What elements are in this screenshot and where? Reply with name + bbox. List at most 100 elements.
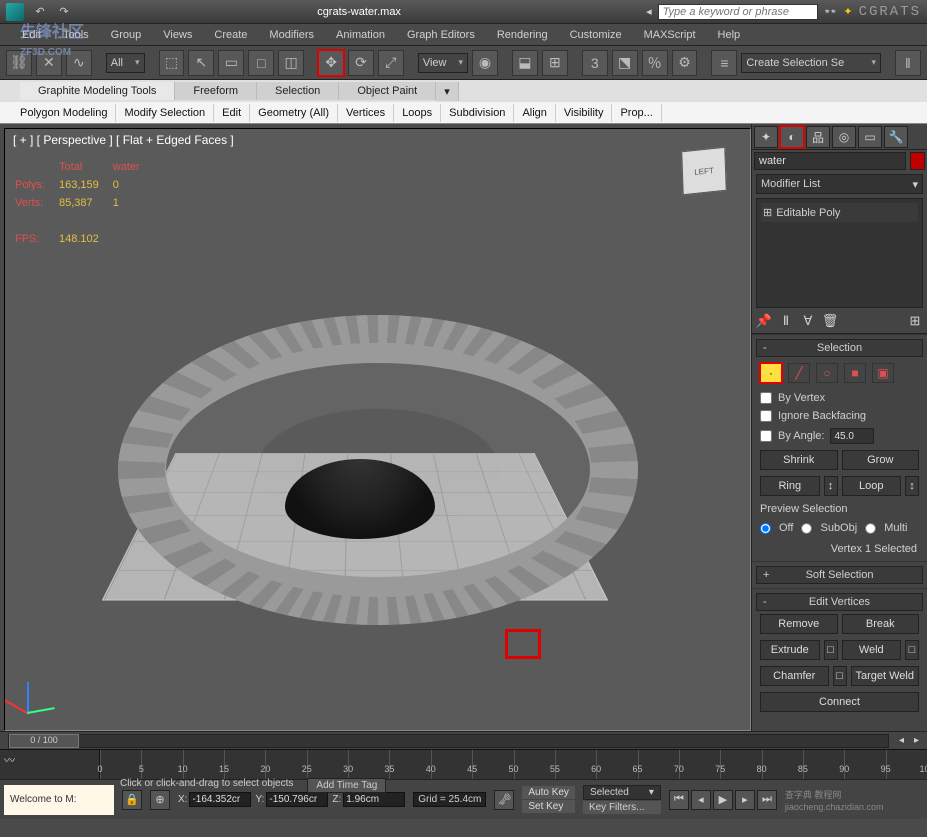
undo-icon[interactable]: ↶ xyxy=(32,4,48,20)
ribbon-tab-objectpaint[interactable]: Object Paint xyxy=(339,82,436,100)
menu-edit[interactable]: Edit xyxy=(12,26,51,44)
weld-settings-icon[interactable]: □ xyxy=(905,640,919,660)
ribbon2-visibility[interactable]: Visibility xyxy=(556,104,613,122)
menu-tools[interactable]: Tools xyxy=(53,26,99,44)
display-tab-icon[interactable]: ▭ xyxy=(858,126,882,148)
shrink-button[interactable]: Shrink xyxy=(760,450,838,470)
ribbon2-edit[interactable]: Edit xyxy=(214,104,250,122)
window-crossing-icon[interactable]: ◫ xyxy=(278,50,304,76)
select-rect-icon[interactable]: □ xyxy=(248,50,274,76)
angle-spinner[interactable] xyxy=(830,428,874,444)
target-weld-button[interactable]: Target Weld xyxy=(851,666,920,686)
move-tool-icon[interactable]: ✥ xyxy=(318,50,344,76)
play-icon[interactable]: ▶ xyxy=(713,790,733,810)
stack-item-editable-poly[interactable]: ⊞ Editable Poly xyxy=(761,203,918,222)
percent-snap-icon[interactable]: ％ xyxy=(642,50,668,76)
setkey-button[interactable]: Set Key xyxy=(522,800,575,813)
show-end-icon[interactable]: Ⅱ xyxy=(778,312,794,330)
link-icon[interactable]: ⛓ xyxy=(6,50,32,76)
ribbon-tab-graphite[interactable]: Graphite Modeling Tools xyxy=(20,82,175,100)
by-vertex-checkbox[interactable] xyxy=(760,392,772,404)
menu-modifiers[interactable]: Modifiers xyxy=(259,26,324,44)
rotate-tool-icon[interactable]: ⟳ xyxy=(348,50,374,76)
extrude-button[interactable]: Extrude xyxy=(760,640,820,660)
manipulate-icon[interactable]: ⬓ xyxy=(512,50,538,76)
break-button[interactable]: Break xyxy=(842,614,920,634)
keymode-icon[interactable]: ⊞ xyxy=(542,50,568,76)
border-subobj-icon[interactable]: ○ xyxy=(816,363,838,383)
selection-rollout-title[interactable]: - Selection xyxy=(756,339,923,357)
ribbon2-properties[interactable]: Prop... xyxy=(612,104,661,122)
select-name-icon[interactable]: ▭ xyxy=(218,50,244,76)
connect-button[interactable]: Connect xyxy=(760,692,919,712)
menu-animation[interactable]: Animation xyxy=(326,26,395,44)
modify-tab-icon[interactable]: ◐ xyxy=(780,126,804,148)
chamfer-settings-icon[interactable]: □ xyxy=(833,666,847,686)
scroll-left-icon[interactable]: ◂ xyxy=(899,735,904,746)
ribbon2-geometry[interactable]: Geometry (All) xyxy=(250,104,338,122)
goto-start-icon[interactable]: ⏮ xyxy=(669,790,689,810)
ignore-backfacing-checkbox[interactable] xyxy=(760,410,772,422)
menu-maxscript[interactable]: MAXScript xyxy=(634,26,706,44)
ribbon2-vertices[interactable]: Vertices xyxy=(338,104,394,122)
object-name-input[interactable] xyxy=(754,152,906,170)
binoculars-icon[interactable]: 👓 xyxy=(824,5,838,18)
goto-end-icon[interactable]: ⏭ xyxy=(757,790,777,810)
soft-selection-title[interactable]: +Soft Selection xyxy=(756,566,923,584)
utilities-tab-icon[interactable]: 🔧 xyxy=(884,126,908,148)
pivot-icon[interactable]: ◉ xyxy=(472,50,498,76)
modifier-stack[interactable]: ⊞ Editable Poly xyxy=(756,198,923,308)
menu-create[interactable]: Create xyxy=(204,26,257,44)
remove-button[interactable]: Remove xyxy=(760,614,838,634)
angle-snap-icon[interactable]: ⬔ xyxy=(612,50,638,76)
unlink-icon[interactable]: ✕ xyxy=(36,50,62,76)
time-slider-knob[interactable]: 0 / 100 xyxy=(9,734,79,748)
ribbon-tab-freeform[interactable]: Freeform xyxy=(175,82,257,100)
redo-icon[interactable]: ↷ xyxy=(56,4,72,20)
extrude-settings-icon[interactable]: □ xyxy=(824,640,838,660)
ribbon2-align[interactable]: Align xyxy=(514,104,555,122)
preview-multi-radio[interactable] xyxy=(865,523,876,534)
ribbon2-loops[interactable]: Loops xyxy=(394,104,441,122)
add-time-tag-button[interactable]: Add Time Tag xyxy=(307,778,386,793)
vertex-subobj-icon[interactable]: · xyxy=(760,363,782,383)
app-icon[interactable] xyxy=(6,3,24,21)
menu-grapheditors[interactable]: Graph Editors xyxy=(397,26,485,44)
keyfilters-button[interactable]: Key Filters... xyxy=(583,801,661,814)
ribbon2-modifysel[interactable]: Modify Selection xyxy=(116,104,214,122)
viewport[interactable]: [ + ] [ Perspective ] [ Flat + Edged Fac… xyxy=(4,128,751,731)
expand-icon[interactable]: ⊞ xyxy=(763,206,772,219)
loop-button[interactable]: Loop xyxy=(842,476,902,496)
ribbon-tab-selection[interactable]: Selection xyxy=(257,82,339,100)
track-bar[interactable]: 〰 05101520253035404550556065707580859095… xyxy=(0,749,927,779)
selection-set-dropdown[interactable]: Create Selection Se xyxy=(741,53,881,73)
search-input[interactable] xyxy=(658,4,818,20)
ribbon2-polymodel[interactable]: Polygon Modeling xyxy=(12,104,116,122)
polygon-subobj-icon[interactable]: ■ xyxy=(844,363,866,383)
autokey-button[interactable]: Auto Key xyxy=(522,786,575,799)
loop-spinner-icon[interactable]: ↕ xyxy=(905,476,919,496)
ribbon-expand-icon[interactable] xyxy=(436,82,459,101)
bind-icon[interactable]: ∿ xyxy=(66,50,92,76)
z-coord-input[interactable] xyxy=(343,792,405,807)
editnamed-icon[interactable]: ≡ xyxy=(711,50,737,76)
preview-off-radio[interactable] xyxy=(760,523,771,534)
hierarchy-tab-icon[interactable]: 品 xyxy=(806,126,830,148)
grow-button[interactable]: Grow xyxy=(842,450,920,470)
select-object-icon[interactable]: ⬚ xyxy=(159,50,185,76)
keymode-dropdown[interactable]: Selected▾ xyxy=(583,785,661,800)
object-color-swatch[interactable] xyxy=(910,152,925,170)
ring-button[interactable]: Ring xyxy=(760,476,820,496)
menu-group[interactable]: Group xyxy=(101,26,152,44)
x-coord-input[interactable] xyxy=(189,792,251,807)
menu-views[interactable]: Views xyxy=(153,26,202,44)
configure-sets-icon[interactable]: ⊞ xyxy=(907,312,923,330)
menu-rendering[interactable]: Rendering xyxy=(487,26,558,44)
spinner-snap-icon[interactable]: ⚙ xyxy=(672,50,698,76)
ring-spinner-icon[interactable]: ↕ xyxy=(824,476,838,496)
curve-editor-icon[interactable]: 〰 xyxy=(0,750,99,770)
selection-filter-dropdown[interactable]: All xyxy=(106,53,145,73)
mirror-icon[interactable]: ‖ xyxy=(895,50,921,76)
key-icon[interactable]: 🗝 xyxy=(494,790,514,810)
prev-frame-icon[interactable]: ◂ xyxy=(691,790,711,810)
